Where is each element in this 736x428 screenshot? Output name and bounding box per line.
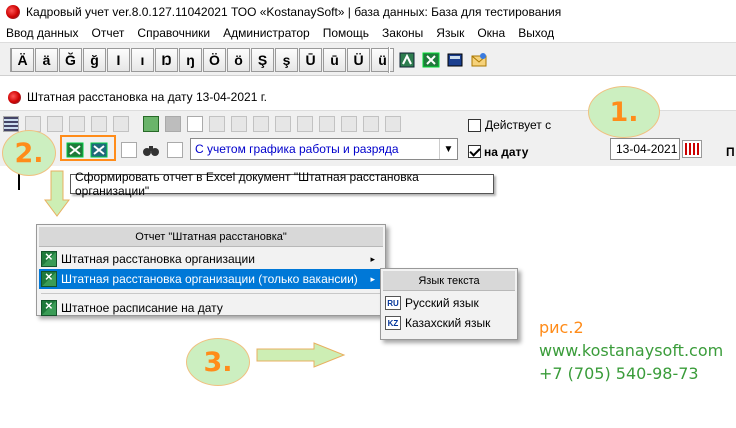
ru-flag-icon: RU xyxy=(385,296,401,310)
char-button[interactable]: Ū xyxy=(299,48,322,72)
menu-windows[interactable]: Окна xyxy=(477,26,505,40)
char-button[interactable]: Ö xyxy=(203,48,226,72)
delete-icon[interactable] xyxy=(110,113,132,135)
special-chars-toolbar: Ä ä Ğ ğ I ı Ŋ ŋ Ö ö Ş ş Ū ū Ü ü xyxy=(0,42,736,76)
down-arrow-annotation xyxy=(44,170,70,217)
menu-administrator[interactable]: Администратор xyxy=(223,26,310,40)
report-menu: Отчет "Штатная расстановка" Штатная расс… xyxy=(36,224,386,316)
deistvuet-checkbox[interactable] xyxy=(468,119,481,132)
print-icon[interactable] xyxy=(250,113,272,135)
kz-flag-icon: KZ xyxy=(385,316,401,330)
na-datu-label: на дату xyxy=(484,145,529,159)
calculator-icon[interactable] xyxy=(444,48,466,72)
menu-exit[interactable]: Выход xyxy=(518,26,554,40)
char-button[interactable]: Ş xyxy=(251,48,274,72)
char-button[interactable]: ŋ xyxy=(179,48,202,72)
char-button[interactable]: ı xyxy=(131,48,154,72)
child-window-icon xyxy=(8,90,21,104)
char-button[interactable]: Ü xyxy=(347,48,370,72)
submenu-arrow-icon: ▸ xyxy=(370,273,375,284)
quick-launch-group xyxy=(396,48,492,72)
excel-report-tooltip: Сформировать отчет в Excel документ "Шта… xyxy=(70,170,494,198)
main-title-bar: Кадровый учет ver.8.0.127.11042021 ТОО «… xyxy=(0,0,736,24)
menu-item-russian[interactable]: RU Русский язык xyxy=(383,293,515,313)
cut-off-label: П xyxy=(726,145,735,159)
website-text: www.kostanaysoft.com xyxy=(539,341,724,360)
filter-icon[interactable] xyxy=(382,113,404,135)
menu-report[interactable]: Отчет xyxy=(92,26,125,40)
na-datu-checkbox[interactable] xyxy=(468,145,481,158)
menu-input-data[interactable]: Ввод данных xyxy=(6,26,79,40)
char-button[interactable]: ū xyxy=(323,48,346,72)
language-submenu: Язык текста RU Русский язык KZ Казахский… xyxy=(380,268,518,340)
menu-item-staffing-vacancies[interactable]: Штатная расстановка организации (только … xyxy=(39,269,383,289)
char-button[interactable]: Ŋ xyxy=(155,48,178,72)
char-button[interactable]: Ğ xyxy=(59,48,82,72)
callout-step-1: 1. xyxy=(588,86,660,138)
language-submenu-header: Язык текста xyxy=(383,271,515,291)
excel-icon[interactable] xyxy=(420,48,442,72)
calendar-icon[interactable] xyxy=(682,140,702,158)
menu-laws[interactable]: Законы xyxy=(382,26,423,40)
child-window-title: Штатная расстановка на дату 13-04-2021 г… xyxy=(27,90,267,104)
text-icon[interactable] xyxy=(338,113,360,135)
date-input[interactable]: 13-04-2021 xyxy=(610,138,680,160)
report-menu-header: Отчет "Штатная расстановка" xyxy=(39,227,383,247)
mode-combobox-value: С учетом графика работы и разряда xyxy=(195,142,399,156)
phone-text: +7 (705) 540-98-73 xyxy=(539,364,699,383)
table-filter-icon[interactable] xyxy=(164,139,186,161)
submenu-arrow-icon: ▸ xyxy=(370,253,375,264)
menu-item-kazakh[interactable]: KZ Казахский язык xyxy=(383,313,515,333)
plugin-icon[interactable] xyxy=(396,48,418,72)
excel-icon xyxy=(41,298,57,316)
mode-combobox[interactable]: С учетом графика работы и разряда ▼ xyxy=(190,138,458,160)
menu-item-staffing-org[interactable]: Штатная расстановка организации ▸ xyxy=(39,249,383,269)
menu-help[interactable]: Помощь xyxy=(323,26,369,40)
callout-step-2: 2. xyxy=(2,130,56,176)
right-arrow-annotation xyxy=(256,342,346,368)
char-button[interactable]: ö xyxy=(227,48,250,72)
search-icon[interactable] xyxy=(360,113,382,135)
char-button[interactable]: ü xyxy=(371,48,394,72)
move-down-icon[interactable] xyxy=(228,113,250,135)
add-icon[interactable] xyxy=(44,113,66,135)
tree-icon[interactable] xyxy=(118,139,140,161)
toolbar-separator xyxy=(388,47,390,73)
add-copy-icon[interactable] xyxy=(66,113,88,135)
excel-report-alt-icon[interactable] xyxy=(88,139,110,161)
excel-icon xyxy=(41,269,57,287)
refresh-icon[interactable] xyxy=(140,113,162,135)
menu-item-staff-schedule[interactable]: Штатное расписание на дату xyxy=(39,298,383,318)
excel-icon xyxy=(41,249,57,267)
char-button[interactable]: ş xyxy=(275,48,298,72)
app-logo-icon xyxy=(6,5,20,19)
callout-step-3: 3. xyxy=(186,338,250,386)
char-buttons-group: Ä ä Ğ ğ I ı Ŋ ŋ Ö ö Ş ş Ū ū Ü ü xyxy=(10,48,395,72)
move-up-icon[interactable] xyxy=(206,113,228,135)
report-icon[interactable] xyxy=(294,113,316,135)
menu-bar: Ввод данных Отчет Справочники Администра… xyxy=(0,24,736,42)
mail-icon[interactable] xyxy=(468,48,490,72)
figure-label: рис.2 xyxy=(539,318,584,337)
excel-report-icon[interactable] xyxy=(64,139,86,161)
char-button[interactable]: ä xyxy=(35,48,58,72)
char-button[interactable]: I xyxy=(107,48,130,72)
menu-language[interactable]: Язык xyxy=(436,26,464,40)
edit-icon[interactable] xyxy=(88,113,110,135)
stop-icon[interactable] xyxy=(162,113,184,135)
main-window-title: Кадровый учет ver.8.0.127.11042021 ТОО «… xyxy=(26,5,562,19)
word-icon[interactable] xyxy=(316,113,338,135)
char-button[interactable]: ğ xyxy=(83,48,106,72)
menu-directories[interactable]: Справочники xyxy=(137,26,210,40)
deistvuet-label: Действует с xyxy=(485,118,552,132)
char-button[interactable]: Ä xyxy=(11,48,34,72)
document-icon[interactable] xyxy=(184,113,206,135)
export-icon[interactable] xyxy=(272,113,294,135)
chevron-down-icon[interactable]: ▼ xyxy=(439,139,457,159)
menu-separator xyxy=(41,293,381,294)
binoculars-icon[interactable] xyxy=(140,139,162,161)
